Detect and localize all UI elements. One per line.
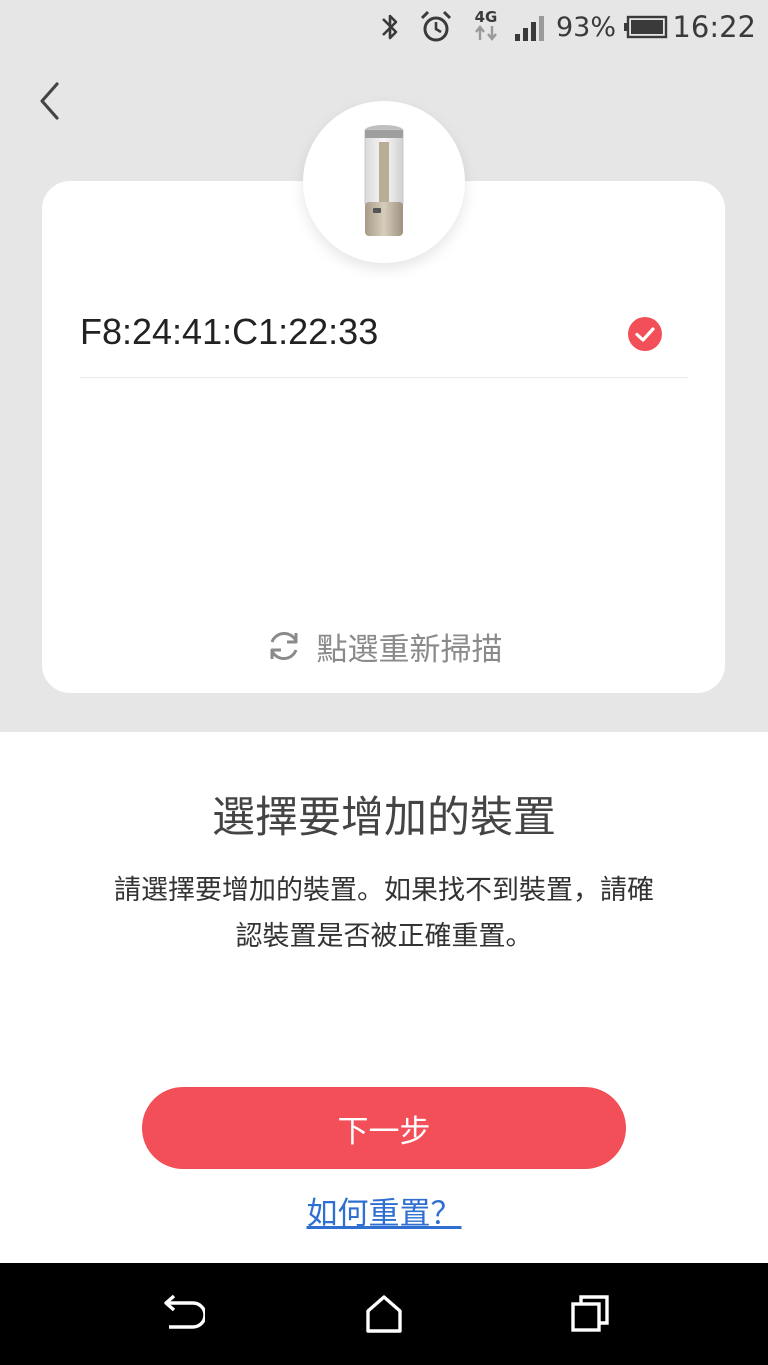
status-bar: 4G 93% 16:22 [0, 0, 768, 56]
instruction-line-1: 請選擇要增加的裝置。如果找不到裝置，請確 [114, 875, 654, 906]
system-nav-bar [0, 1263, 768, 1365]
device-mac-address: F8:24:41:C1:22:33 [80, 311, 379, 352]
bluetooth-icon [378, 10, 402, 44]
page-title: 選擇要增加的裝置 [212, 793, 556, 843]
network-type-label: 4G [474, 8, 498, 26]
clock: 16:22 [672, 10, 756, 44]
rescan-label: 點選重新掃描 [316, 631, 503, 668]
rescan-button[interactable]: 點選重新掃描 [42, 621, 725, 671]
instruction-text: 請選擇要增加的裝置。如果找不到裝置，請確 認裝置是否被正確重置。 [84, 868, 684, 960]
device-image [303, 101, 465, 263]
instruction-line-2: 認裝置是否被正確重置。 [235, 921, 533, 952]
check-circle-icon [628, 317, 662, 351]
chevron-left-icon [40, 82, 59, 120]
back-button[interactable] [30, 78, 70, 124]
network-4g-icon: 4G [472, 10, 500, 44]
recents-nav-icon[interactable] [565, 1289, 615, 1339]
battery-icon [624, 10, 668, 44]
device-list-item[interactable]: F8:24:41:C1:22:33 [80, 301, 688, 378]
refresh-icon [270, 631, 297, 661]
next-step-button[interactable]: 下一步 [142, 1087, 626, 1169]
signal-icon [514, 10, 550, 44]
candle-lamp-icon [364, 125, 404, 236]
home-nav-icon[interactable] [359, 1289, 409, 1339]
alarm-icon [418, 10, 454, 44]
battery-percent: 93% [555, 11, 616, 43]
how-to-reset-link[interactable]: 如何重置？ [0, 1188, 768, 1233]
back-nav-icon[interactable] [155, 1289, 207, 1339]
